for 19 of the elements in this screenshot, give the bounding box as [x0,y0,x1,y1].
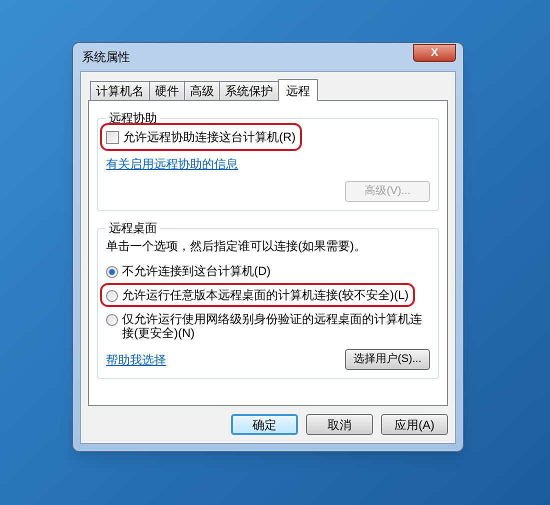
checkbox-label: 允许远程协助连接这台计算机(R) [123,129,296,146]
select-users-button[interactable]: 选择用户(S)... [345,349,430,370]
radio-label: 允许运行任意版本远程桌面的计算机连接(较不安全)(L) [122,288,409,302]
help-link[interactable]: 帮助我选择 [106,350,166,368]
instruction-text: 单击一个选项，然后指定谁可以连接(如果需要)。 [106,238,367,255]
dialog-button[interactable]: 应用(A) [381,414,448,435]
group-title: 远程协助 [108,110,158,127]
info-link[interactable]: 有关启用远程协助的信息 [106,155,238,173]
tab[interactable]: 计算机名 [90,81,150,100]
dialog-button[interactable]: 取消 [306,414,373,435]
radio-label: 不允许连接到这台计算机(D) [122,264,271,278]
radio-label: 仅允许运行使用网络级别身份验证的远程桌面的计算机连接(更安全)(N) [122,312,423,340]
group-title: 远程桌面 [108,220,158,237]
dialog-button[interactable]: 确定 [231,414,298,435]
tab[interactable]: 系统保护 [219,81,279,100]
tab[interactable]: 高级 [184,81,220,100]
window-title: 系统属性 [81,49,130,66]
tab[interactable]: 远程 [278,79,318,101]
tab[interactable]: 硬件 [149,81,185,100]
